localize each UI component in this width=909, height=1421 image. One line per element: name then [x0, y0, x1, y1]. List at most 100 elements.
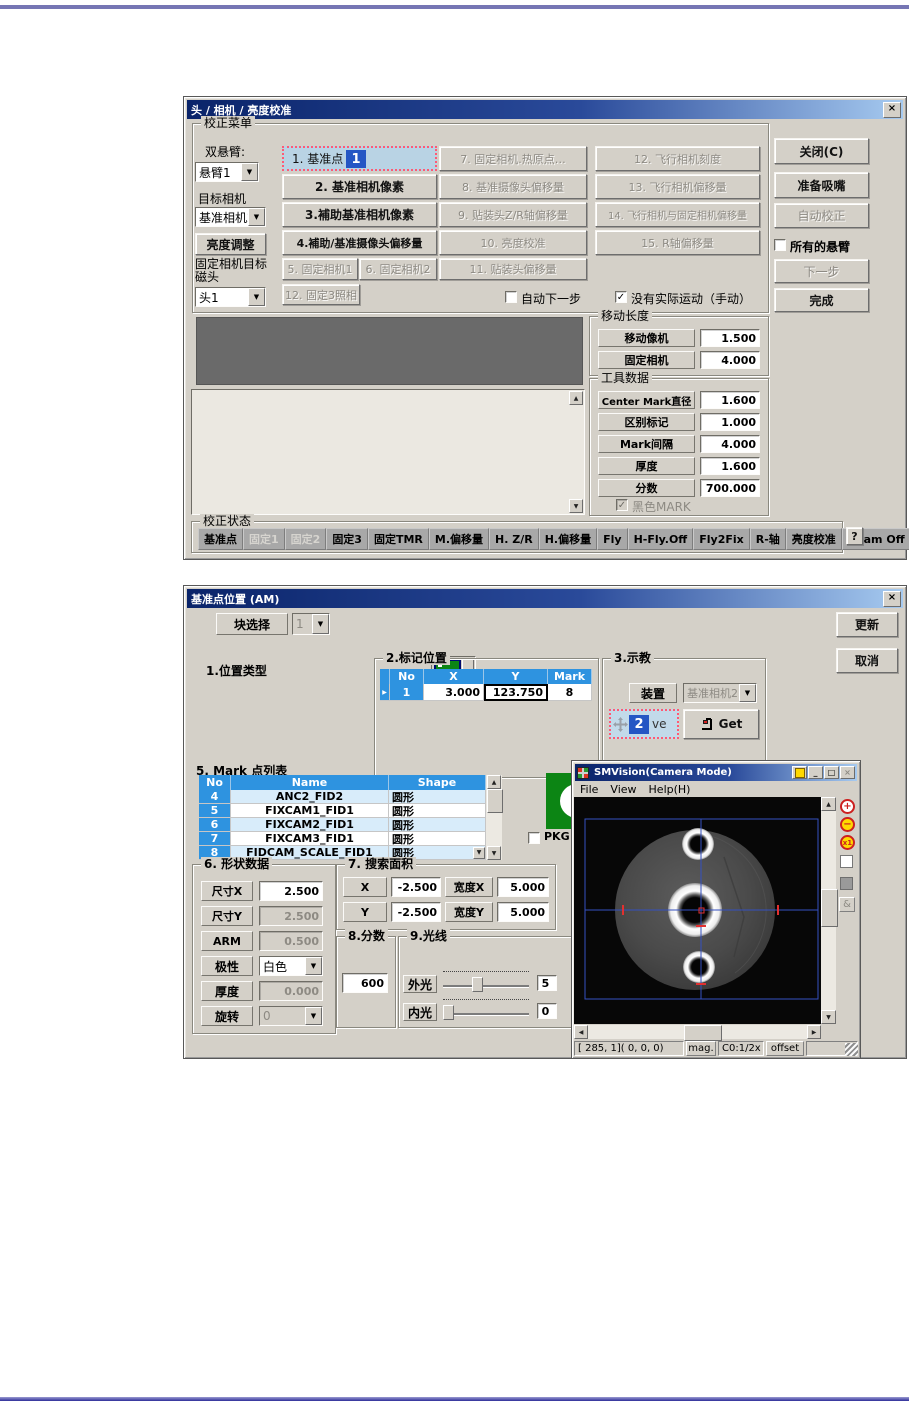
scroll-up-icon[interactable]: ▲ [569, 391, 583, 405]
block-select[interactable]: 1 ▼ [292, 613, 330, 635]
close-icon[interactable]: × [883, 590, 901, 607]
camera-vscrollbar[interactable]: ▲ ▼ [821, 797, 838, 1024]
cal-step9-button[interactable]: 9. 贴装头Z/R轴偏移量 [439, 202, 587, 227]
cal-step6-button[interactable]: 6. 固定相机2 [359, 258, 437, 280]
move-button[interactable]: 2 ve [609, 709, 679, 739]
close-icon[interactable]: × [840, 766, 855, 779]
help-button[interactable]: ? [846, 527, 863, 545]
device-select[interactable]: 基准相机2 ▼ [683, 683, 757, 703]
ampersand-icon[interactable]: & [839, 897, 855, 912]
size-x-field[interactable]: 2.500 [259, 881, 323, 901]
close-icon[interactable]: × [883, 101, 901, 118]
chevron-down-icon[interactable]: ▼ [241, 163, 258, 181]
menu-view[interactable]: View [604, 783, 642, 796]
prepare-nozzle-button[interactable]: 准备吸嘴 [774, 172, 869, 198]
table-row[interactable]: 4 ANC2_FID2 圆形 [199, 790, 502, 804]
head-select[interactable]: 头1 ▼ [195, 287, 266, 307]
scroll-up-icon[interactable]: ▲ [487, 775, 501, 789]
chevron-down-icon[interactable]: ▼ [305, 957, 322, 975]
cal-step4-button[interactable]: 4.補助/基准摄像头偏移量 [282, 230, 437, 255]
log-listbox[interactable]: ▲ ▼ [191, 389, 585, 515]
offset-button[interactable]: offset [766, 1041, 804, 1056]
camera-hscrollbar[interactable]: ◀ ▶ [574, 1025, 821, 1041]
finish-button[interactable]: 完成 [774, 288, 869, 312]
white-swatch-icon[interactable] [840, 855, 853, 868]
chevron-down-icon[interactable]: ▼ [473, 846, 485, 859]
brightness-adjust-button[interactable]: 亮度调整 [195, 233, 266, 255]
zoom-out-icon[interactable]: − [840, 817, 855, 832]
scroll-down-icon[interactable]: ▼ [569, 499, 583, 513]
width-x-field[interactable]: 5.000 [497, 877, 549, 897]
cal-step5-button[interactable]: 5. 固定相机1 [282, 258, 358, 280]
distinguish-mark-field[interactable]: 1.000 [700, 413, 760, 431]
mark-position-row[interactable]: ▶ 1 3.000 123.750 8 [380, 684, 592, 701]
menu-file[interactable]: File [574, 783, 604, 796]
black-mark-checkbox[interactable]: ✓ [616, 499, 628, 511]
smvision-titlebar[interactable]: SMVision(Camera Mode) _ □ × [575, 764, 857, 781]
maximize-icon[interactable]: □ [824, 766, 839, 779]
mag-button[interactable]: mag. [686, 1041, 716, 1056]
fixed-camera-field[interactable]: 4.000 [700, 351, 760, 369]
thickness-field[interactable]: 0.000 [259, 981, 323, 1001]
cell-x[interactable]: 3.000 [424, 684, 484, 701]
cal-step11-button[interactable]: 11. 贴装头偏移量 [439, 258, 587, 280]
chevron-down-icon[interactable]: ▼ [248, 208, 265, 226]
zoom-reset-icon[interactable]: x1 [840, 835, 855, 850]
chevron-down-icon[interactable]: ▼ [248, 288, 265, 306]
arm-field[interactable]: 0.500 [259, 931, 323, 951]
chevron-down-icon[interactable]: ▼ [739, 684, 756, 702]
scroll-down-icon[interactable]: ▼ [487, 846, 501, 860]
menu-help[interactable]: Help(H) [643, 783, 697, 796]
cell-mark[interactable]: 8 [548, 684, 592, 701]
cal-step10-button[interactable]: 10. 亮度校准 [439, 230, 587, 255]
cal-step7-button[interactable]: 7. 固定相机.热原点… [439, 146, 587, 171]
cal-step12-fixed3-button[interactable]: 12. 固定3照相 [282, 284, 360, 305]
inner-light-slider[interactable] [443, 1013, 529, 1015]
scroll-right-icon[interactable]: ▶ [807, 1025, 821, 1039]
outer-light-slider[interactable] [443, 985, 529, 987]
cal-step1-button[interactable]: 1. 基准点 1 [282, 146, 437, 171]
cal-step2-button[interactable]: 2. 基准相机像素 [282, 174, 437, 199]
thickness-field[interactable]: 1.600 [700, 457, 760, 475]
chevron-down-icon[interactable]: ▼ [305, 1007, 322, 1025]
pkg-checkbox[interactable] [528, 832, 540, 844]
camera-viewport[interactable] [574, 797, 821, 1024]
scroll-left-icon[interactable]: ◀ [574, 1025, 588, 1039]
auto-calibrate-button[interactable]: 自动校正 [774, 203, 869, 228]
no-motion-checkbox[interactable]: ✓ [615, 291, 627, 303]
outer-light-slider-thumb[interactable] [472, 977, 483, 992]
score-field[interactable]: 600 [342, 973, 388, 993]
rotation-select[interactable]: 0 ▼ [259, 1006, 323, 1026]
fiducial-dialog-titlebar[interactable]: 基准点位置 (AM) × [187, 589, 903, 608]
minimize-icon[interactable]: _ [808, 766, 823, 779]
cal-step3-button[interactable]: 3.補助基准相机像素 [282, 202, 437, 227]
mark-list-scrollbar[interactable]: ▲ ▼ [486, 775, 503, 860]
cal-step14-button[interactable]: 14. 飞行相机与固定相机偏移量 [595, 202, 760, 227]
scroll-up-icon[interactable]: ▲ [821, 797, 836, 811]
table-row[interactable]: 7 FIXCAM3_FID1 圆形 [199, 832, 502, 846]
center-mark-dia-field[interactable]: 1.600 [700, 391, 760, 409]
calibration-dialog-titlebar[interactable]: 头 / 相机 / 亮度校准 × [187, 100, 903, 119]
inner-light-slider-thumb[interactable] [443, 1005, 454, 1020]
zoom-in-icon[interactable]: + [840, 799, 855, 814]
mark-gap-field[interactable]: 4.000 [700, 435, 760, 453]
table-row[interactable]: 5 FIXCAM1_FID1 圆形 [199, 804, 502, 818]
pin-button[interactable] [792, 766, 807, 779]
scroll-down-icon[interactable]: ▼ [821, 1010, 836, 1024]
target-camera-select[interactable]: 基准相机2 ▼ [195, 207, 266, 227]
resize-grip[interactable] [845, 1043, 858, 1056]
chevron-down-icon[interactable]: ▼ [312, 614, 329, 634]
search-x-field[interactable]: -2.500 [391, 877, 441, 897]
width-y-field[interactable]: 5.000 [497, 902, 549, 922]
update-button[interactable]: 更新 [836, 612, 898, 637]
mark-list-table[interactable]: No Name Shape 4 ANC2_FID2 圆形 5 FIXCAM1_F… [199, 775, 503, 860]
cancel-button[interactable]: 取消 [836, 648, 898, 673]
auto-next-checkbox[interactable] [505, 291, 517, 303]
arm-select[interactable]: 悬臂1 ▼ [195, 162, 259, 182]
cell-y-selected[interactable]: 123.750 [484, 684, 548, 701]
next-step-button[interactable]: 下一步 [774, 259, 869, 283]
score-field[interactable]: 700.000 [700, 479, 760, 497]
search-y-field[interactable]: -2.500 [391, 902, 441, 922]
cal-step15-button[interactable]: 15. R轴偏移量 [595, 230, 760, 255]
cal-step13-button[interactable]: 13. 飞行相机偏移量 [595, 174, 760, 199]
